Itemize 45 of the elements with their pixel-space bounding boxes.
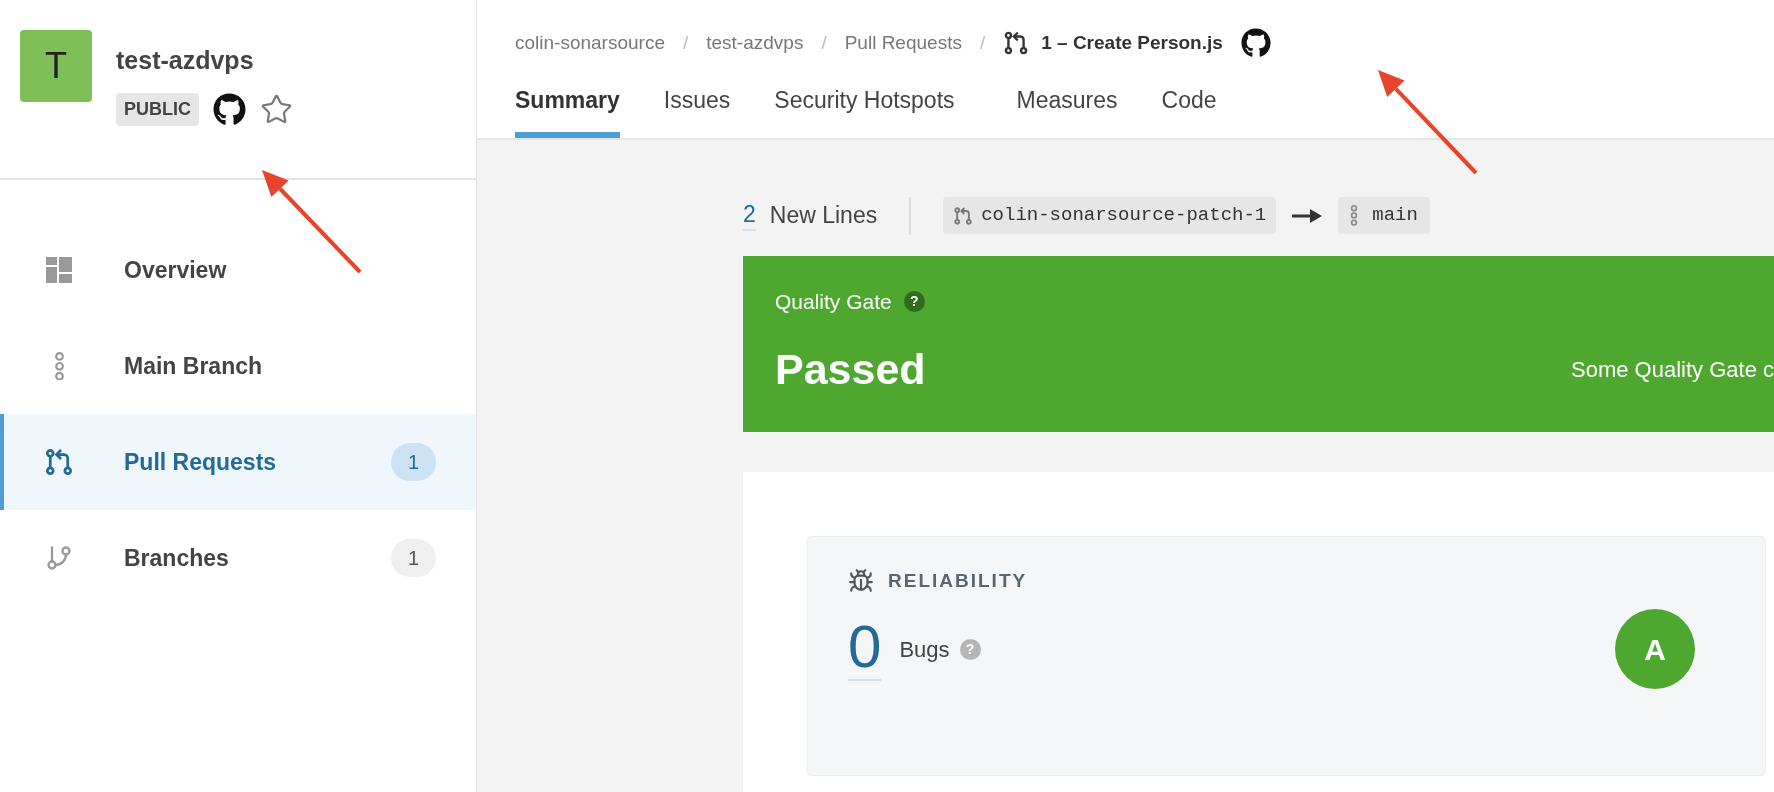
commit-chain-icon (1350, 205, 1359, 226)
github-icon[interactable] (213, 93, 246, 126)
breadcrumb-link[interactable]: Pull Requests (844, 28, 962, 58)
bugs-count[interactable]: 0 (848, 617, 882, 681)
breadcrumb-separator: / (821, 30, 827, 55)
reliability-title: RELIABILITY (888, 568, 1028, 593)
commit-chain-icon (53, 351, 65, 381)
breadcrumb-link[interactable]: colin-sonarsource (515, 28, 665, 58)
sidebar-nav-item[interactable]: Main Branch (0, 318, 476, 414)
nav-tab[interactable]: Code (1161, 83, 1217, 138)
count-badge: 1 (390, 539, 436, 577)
help-icon[interactable]: ? (903, 290, 925, 312)
rating-badge: A (1615, 609, 1695, 689)
pull-request-icon (1003, 30, 1030, 56)
nav-tab[interactable]: Security Hotspots (774, 83, 955, 138)
visibility-tag: PUBLIC (116, 93, 199, 126)
breadcrumb-separator: / (682, 30, 689, 55)
right-arrow-icon (1292, 208, 1323, 223)
quality-gate-title: Quality Gate (775, 288, 892, 315)
star-icon[interactable] (260, 93, 293, 126)
breadcrumb-separator: / (979, 30, 986, 55)
nav-tab[interactable]: Summary (515, 83, 620, 138)
quality-gate-status: Passed (775, 344, 926, 395)
pull-request-icon (44, 447, 74, 477)
project-name: test-azdvps (116, 48, 255, 73)
new-lines-label: New Lines (769, 201, 878, 231)
project-avatar: T (20, 30, 92, 102)
count-badge: 1 (390, 443, 436, 481)
sidebar-nav-item[interactable]: Branches 1 (0, 510, 476, 606)
nav-tab[interactable]: Issues (663, 83, 731, 138)
bugs-label: Bugs (899, 635, 950, 664)
pull-request-title: 1 – Create Person.js (1041, 30, 1223, 55)
pull-request-icon (953, 205, 974, 226)
branch-icon (45, 544, 73, 572)
target-branch-tag: main (1338, 197, 1430, 234)
bug-icon (848, 567, 874, 594)
dashboard-icon (46, 257, 72, 283)
github-icon[interactable] (1240, 28, 1271, 58)
quality-gate-message: Some Quality Gate c (1571, 355, 1774, 384)
nav-tab[interactable]: Measures (1016, 83, 1118, 138)
sidebar-nav-item[interactable]: Pull Requests 1 (0, 414, 476, 510)
source-branch-tag: colin-sonarsource-patch-1 (943, 197, 1277, 234)
breadcrumb-link[interactable]: test-azdvps (706, 28, 804, 58)
sidebar-nav-item[interactable]: Overview (0, 222, 476, 318)
new-lines-count[interactable]: 2 (743, 200, 756, 231)
